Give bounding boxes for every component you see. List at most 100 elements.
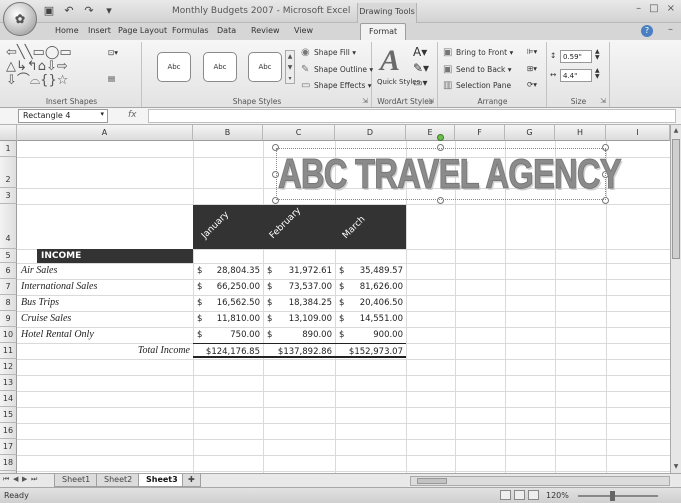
zoom-slider-thumb[interactable]: [610, 491, 615, 501]
row-label-bus-trips[interactable]: Bus Trips: [21, 295, 59, 310]
horizontal-scrollbar[interactable]: [410, 476, 670, 486]
rotate-icon[interactable]: ⟳▾: [527, 80, 537, 89]
month-header-january[interactable]: January: [200, 210, 231, 241]
shape-style-3[interactable]: Abc: [248, 52, 282, 82]
ribbon-minimize-icon[interactable]: –: [668, 24, 673, 35]
row-label-hotel-rental-only[interactable]: Hotel Rental Only: [21, 327, 94, 342]
row-header-12[interactable]: 12: [0, 359, 17, 375]
bring-to-front-button[interactable]: ▣ Bring to Front ▾: [443, 47, 513, 58]
cell-b6[interactable]: $28,804.35: [193, 263, 263, 278]
page-break-view-icon[interactable]: [528, 490, 539, 500]
vertical-scroll-thumb[interactable]: [672, 139, 680, 259]
name-box[interactable]: Rectangle 4 ▾: [18, 109, 108, 123]
row-label-air-sales[interactable]: Air Sales: [21, 263, 57, 278]
column-header-g[interactable]: G: [505, 125, 555, 141]
cell-b9[interactable]: $11,810.00: [193, 311, 263, 326]
shapes-gallery-row-3[interactable]: ⇩⌒⌓{}☆: [6, 74, 68, 87]
cell-d11[interactable]: $152,973.07: [335, 343, 406, 358]
edit-shape-icon[interactable]: ⊡▾: [108, 48, 118, 57]
cell-b10[interactable]: $750.00: [193, 327, 263, 342]
zoom-level[interactable]: 120%: [546, 491, 569, 500]
tab-insert[interactable]: Insert: [88, 26, 111, 35]
cell-c10[interactable]: $890.00: [263, 327, 335, 342]
column-header-h[interactable]: H: [555, 125, 606, 141]
text-fill-icon[interactable]: A▾: [413, 45, 427, 59]
tab-page-layout[interactable]: Page Layout: [118, 26, 167, 35]
month-header-february[interactable]: February: [268, 206, 303, 241]
text-box-icon[interactable]: ▤: [108, 74, 115, 83]
text-effects-icon[interactable]: ▭▾: [413, 78, 427, 89]
close-button[interactable]: ×: [667, 3, 675, 14]
cell-b7[interactable]: $66,250.00: [193, 279, 263, 294]
row-header-18[interactable]: 18: [0, 455, 17, 471]
selection-pane-button[interactable]: ▥ Selection Pane: [443, 80, 511, 91]
row-header-3[interactable]: 3: [0, 188, 17, 204]
align-icon[interactable]: ⊫▾: [527, 47, 537, 56]
row-header-4[interactable]: 4: [0, 204, 17, 249]
qat-dropdown-icon[interactable]: ▾: [102, 4, 116, 17]
office-button[interactable]: ✿: [3, 2, 37, 36]
cell-c8[interactable]: $18,384.25: [263, 295, 335, 310]
width-spinner[interactable]: ▲ ▼: [595, 68, 600, 80]
shape-styles-launcher-icon[interactable]: ⇲: [362, 97, 368, 105]
sheet-nav-last-icon[interactable]: ⏭: [31, 475, 37, 484]
insert-sheet-icon[interactable]: ✚: [182, 474, 201, 487]
column-header-d[interactable]: D: [335, 125, 406, 141]
redo-icon[interactable]: ↷: [82, 4, 96, 17]
cell-d10[interactable]: $900.00: [335, 327, 406, 342]
tab-format[interactable]: Format: [360, 23, 407, 41]
row-header-1[interactable]: 1: [0, 141, 17, 157]
column-header-c[interactable]: C: [263, 125, 335, 141]
vertical-scrollbar[interactable]: ▲ ▼: [670, 125, 681, 473]
column-header-a[interactable]: A: [17, 125, 193, 141]
shape-width-input[interactable]: 4.4": [560, 69, 592, 82]
sheet-tab-sheet3[interactable]: Sheet3: [138, 474, 186, 487]
page-layout-view-icon[interactable]: [514, 490, 525, 500]
row-header-14[interactable]: 14: [0, 391, 17, 407]
row-header-16[interactable]: 16: [0, 423, 17, 439]
maximize-button[interactable]: □: [649, 3, 658, 14]
row-header-2[interactable]: 2: [0, 157, 17, 188]
total-income-label[interactable]: Total Income: [17, 343, 193, 358]
zoom-slider[interactable]: [578, 491, 658, 501]
row-header-15[interactable]: 15: [0, 407, 17, 423]
sheet-nav-prev-icon[interactable]: ◀: [13, 475, 18, 483]
cell-d6[interactable]: $35,489.57: [335, 263, 406, 278]
shape-style-2[interactable]: Abc: [203, 52, 237, 82]
row-header-7[interactable]: 7: [0, 279, 17, 295]
shape-effects-button[interactable]: ▭ Shape Effects ▾: [301, 80, 372, 91]
text-outline-icon[interactable]: ✎▾: [413, 61, 429, 75]
shape-style-1[interactable]: Abc: [157, 52, 191, 82]
wordart-styles-launcher-icon[interactable]: ⇲: [428, 97, 434, 105]
row-label-international-sales[interactable]: International Sales: [21, 279, 97, 294]
cell-d8[interactable]: $20,406.50: [335, 295, 406, 310]
column-header-b[interactable]: B: [193, 125, 263, 141]
tab-view[interactable]: View: [294, 26, 313, 35]
shapes-gallery-row-1[interactable]: ⇦╲╲▭◯▭: [6, 46, 72, 59]
shapes-gallery-row-2[interactable]: △↳↰⌂⇩⇨: [6, 60, 68, 73]
shape-fill-button[interactable]: ◉ Shape Fill ▾: [301, 47, 356, 58]
column-header-e[interactable]: E: [406, 125, 455, 141]
select-all-corner[interactable]: [0, 125, 17, 141]
normal-view-icon[interactable]: [500, 490, 511, 500]
horizontal-scroll-thumb[interactable]: [417, 478, 447, 484]
month-header-march[interactable]: March: [341, 215, 367, 241]
income-header[interactable]: INCOME: [37, 249, 193, 263]
sheet-nav-next-icon[interactable]: ▶: [22, 475, 27, 483]
shape-height-input[interactable]: 0.59": [560, 50, 592, 63]
tab-data[interactable]: Data: [217, 26, 236, 35]
row-header-11[interactable]: 11: [0, 343, 17, 359]
shape-styles-gallery-scroll[interactable]: ▲ ▼ ▾: [285, 50, 295, 84]
sheet-tab-sheet2[interactable]: Sheet2: [96, 474, 141, 487]
column-header-f[interactable]: F: [455, 125, 505, 141]
insert-function-icon[interactable]: fx: [128, 110, 137, 120]
column-header-i[interactable]: I: [606, 125, 670, 141]
chevron-down-icon[interactable]: ▾: [100, 110, 104, 118]
cell-b11[interactable]: $124,176.85: [193, 343, 263, 358]
row-header-17[interactable]: 17: [0, 439, 17, 455]
tab-formulas[interactable]: Formulas: [172, 26, 209, 35]
cell-c11[interactable]: $137,892.86: [263, 343, 335, 358]
cell-d9[interactable]: $14,551.00: [335, 311, 406, 326]
row-header-9[interactable]: 9: [0, 311, 17, 327]
sheet-tab-sheet1[interactable]: Sheet1: [54, 474, 99, 487]
